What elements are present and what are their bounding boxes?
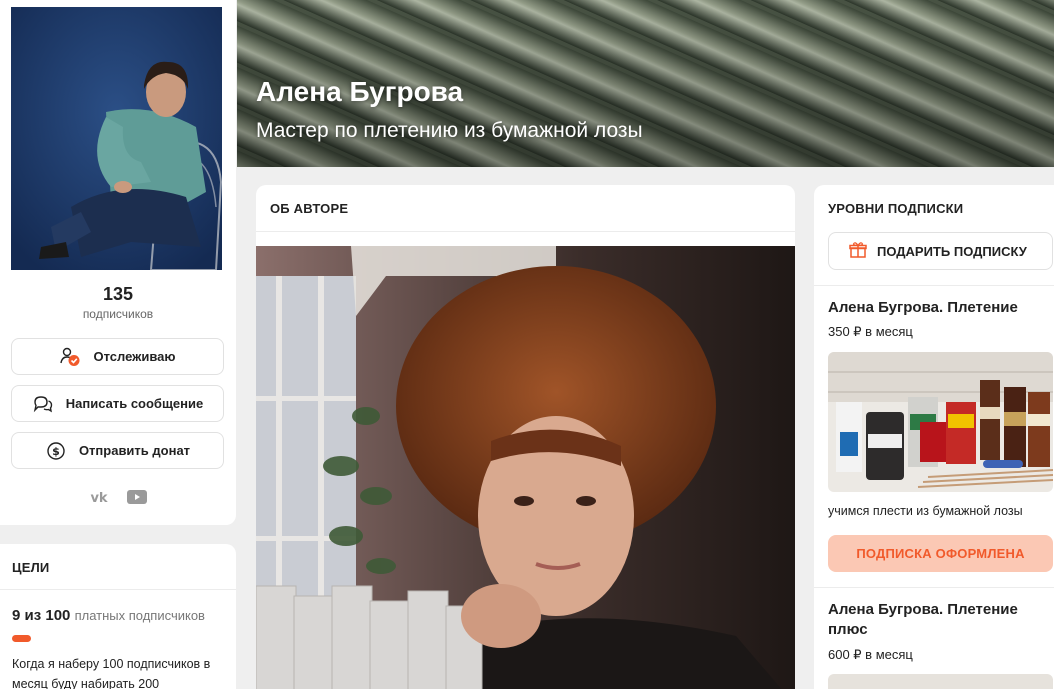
tier-description: учимся плести из бумажной лозы <box>828 504 1023 518</box>
follow-button[interactable]: Отслеживаю <box>11 338 224 375</box>
subscriber-count: 135 <box>102 284 134 304</box>
about-photo <box>256 246 795 689</box>
goal-count: 9 из 100 <box>12 607 71 624</box>
chat-icon <box>32 393 54 415</box>
author-tagline: Мастер по плетению из бумажной лозы <box>256 119 643 142</box>
subscriber-label: подписчиков <box>82 307 154 321</box>
goals-title: ЦЕЛИ <box>12 560 50 575</box>
message-button[interactable]: Написать сообщение <box>11 385 224 422</box>
tier-name[interactable]: Алена Бугрова. Плетение <box>828 298 1053 318</box>
message-label: Написать сообщение <box>65 396 204 411</box>
svg-text:vk: vk <box>90 491 107 504</box>
about-card: ОБ АВТОРЕ <box>256 185 795 689</box>
profile-banner: Алена Бугрова Мастер по плетению из бума… <box>237 0 1054 167</box>
tier-price: 600 ₽ в месяц <box>828 647 913 662</box>
vk-icon[interactable]: vk <box>88 488 110 506</box>
avatar-photo <box>11 7 222 270</box>
tier-name[interactable]: Алена Бугрова. Плетение плюс <box>828 600 1053 640</box>
divider <box>0 589 236 590</box>
divider <box>814 587 1054 588</box>
profile-card: 135 подписчиков Отслеживаю Написать сооб… <box>0 0 236 525</box>
goal-progress-bar <box>12 635 31 642</box>
divider <box>256 231 795 232</box>
tiers-title: УРОВНИ ПОДПИСКИ <box>828 201 964 216</box>
goal-progress-text: 9 из 100 платных подписчиков <box>12 607 205 624</box>
youtube-icon[interactable] <box>126 488 148 506</box>
gift-subscription-button[interactable]: ПОДАРИТЬ ПОДПИСКУ <box>828 232 1053 270</box>
social-links: vk <box>0 488 236 506</box>
svg-text:$: $ <box>52 445 60 458</box>
tier-image <box>828 674 1053 689</box>
tier-price: 350 ₽ в месяц <box>828 324 913 339</box>
donate-label: Отправить донат <box>78 443 191 458</box>
goal-unit: платных подписчиков <box>74 608 205 623</box>
gift-icon <box>849 241 867 262</box>
gift-label: ПОДАРИТЬ ПОДПИСКУ <box>877 243 1027 259</box>
subscribed-button[interactable]: ПОДПИСКА ОФОРМЛЕНА <box>828 535 1053 572</box>
goal-description: Когда я наберу 100 подписчиков в месяц б… <box>12 657 211 689</box>
tier-products-image <box>828 352 1053 492</box>
dollar-coin-icon: $ <box>45 440 67 462</box>
divider <box>814 285 1054 286</box>
profile-avatar[interactable] <box>11 7 222 270</box>
goals-card: ЦЕЛИ 9 из 100 платных подписчиков Когда … <box>0 544 236 689</box>
subscription-tiers-card: УРОВНИ ПОДПИСКИ ПОДАРИТЬ ПОДПИСКУ Алена … <box>814 185 1054 689</box>
donate-button[interactable]: $ Отправить донат <box>11 432 224 469</box>
tier-image <box>828 352 1053 492</box>
about-title: ОБ АВТОРЕ <box>270 201 349 216</box>
follow-check-icon <box>59 346 81 368</box>
follow-label: Отслеживаю <box>93 349 176 364</box>
author-name: Алена Бугрова <box>256 76 464 107</box>
author-portrait-image <box>256 246 795 689</box>
